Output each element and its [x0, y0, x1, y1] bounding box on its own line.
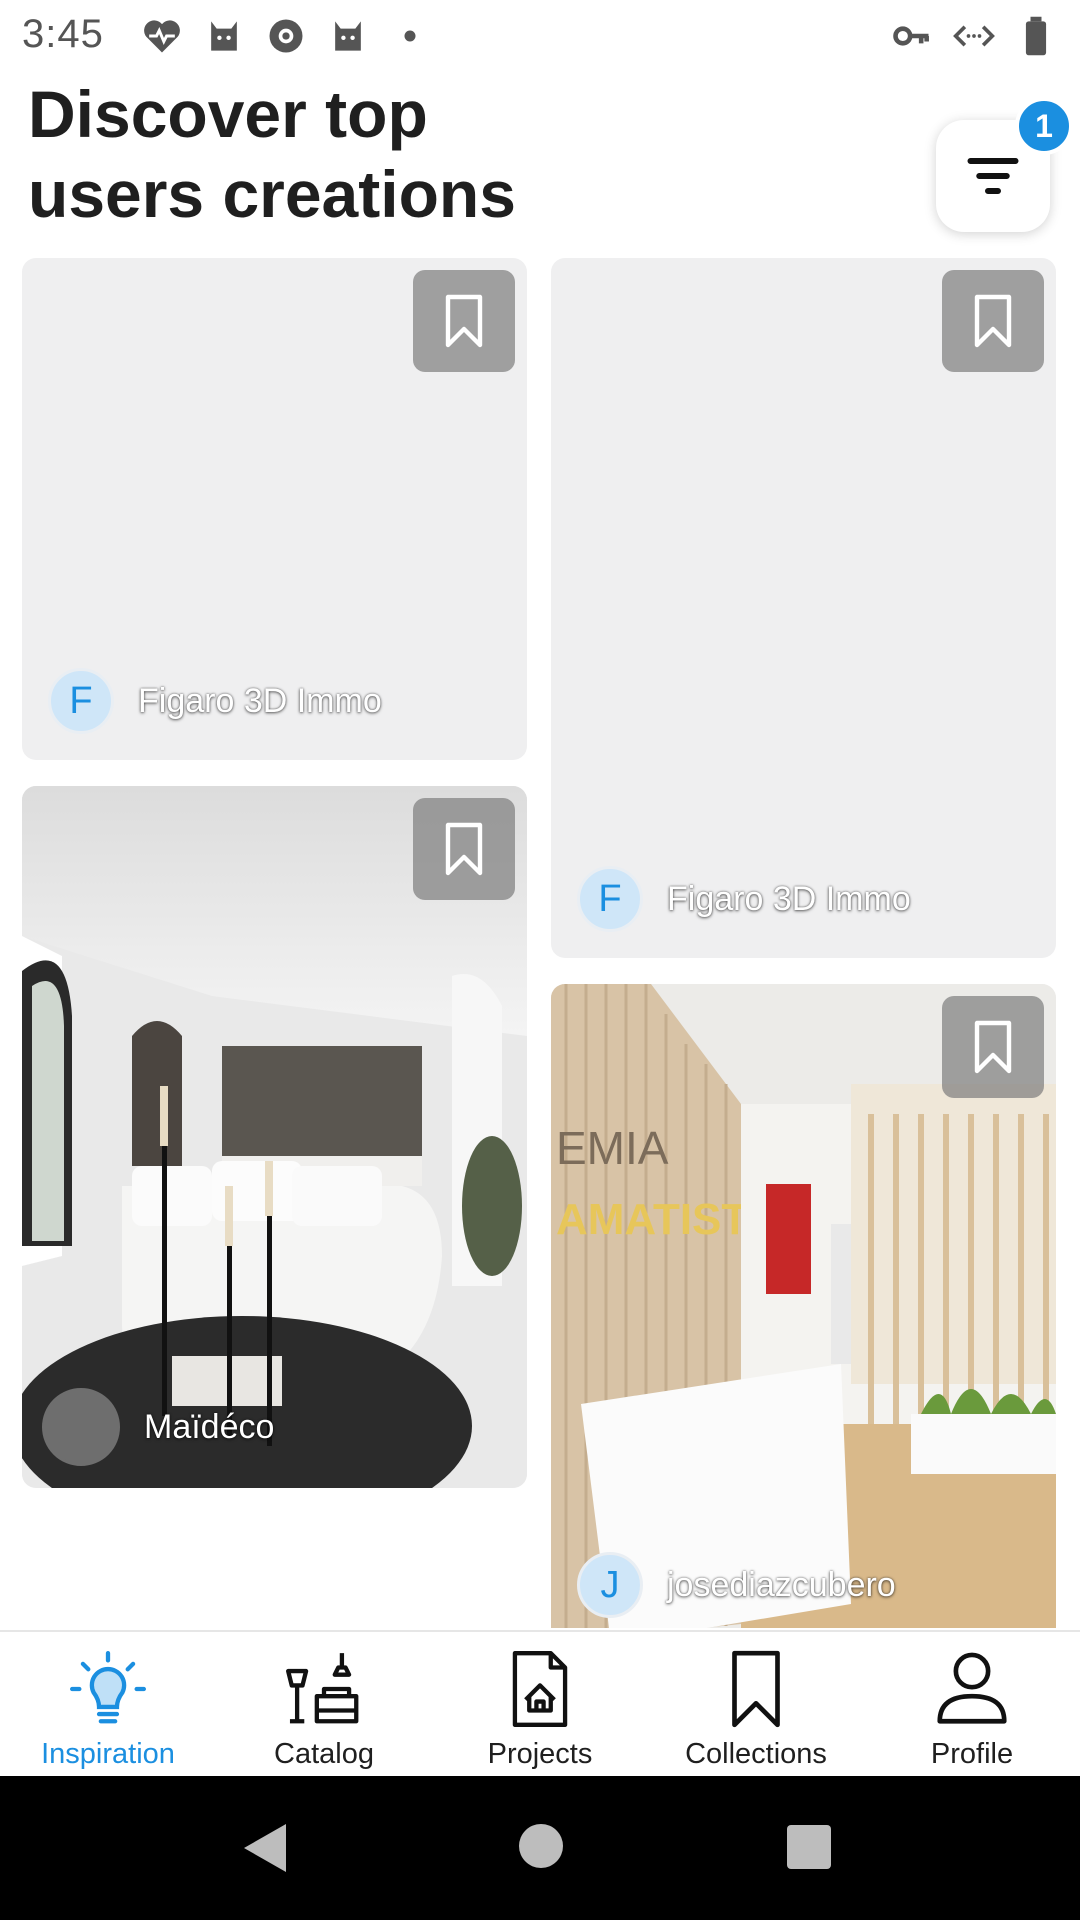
heart-pulse-icon: [144, 20, 180, 53]
dot-icon: [404, 30, 416, 42]
bookmark-button[interactable]: [413, 798, 515, 900]
lightbulb-icon: [70, 1651, 146, 1724]
author-name: Maïdéco: [144, 1407, 275, 1446]
nav-label: Projects: [487, 1738, 593, 1770]
creation-card[interactable]: F Figaro 3D Immo: [551, 258, 1056, 958]
bookmark-button[interactable]: [942, 996, 1044, 1098]
person-icon: [937, 1652, 1007, 1724]
back-icon[interactable]: [240, 1820, 290, 1876]
cat-icon: [211, 21, 237, 51]
avatar: F: [48, 668, 114, 734]
author-name: josediazcubero: [667, 1565, 896, 1604]
nav-catalog[interactable]: Catalog: [216, 1632, 432, 1778]
nav-collections[interactable]: Collections: [648, 1632, 864, 1778]
bookmark-button[interactable]: [942, 270, 1044, 372]
recents-icon[interactable]: [786, 1824, 832, 1870]
data-saver-icon: [953, 25, 995, 47]
avatar: [42, 1388, 120, 1466]
filter-count-badge: 1: [1015, 97, 1073, 155]
home-icon[interactable]: [517, 1822, 565, 1870]
battery-icon: [1025, 16, 1047, 56]
page-title: Discover top users creations: [28, 77, 516, 231]
status-notification-icons: [140, 14, 432, 58]
card-author[interactable]: J josediazcubero: [577, 1552, 896, 1618]
creation-card[interactable]: Maïdéco: [22, 786, 527, 1488]
svg-text:EMIA: EMIA: [556, 1122, 669, 1174]
furniture-icon: [286, 1653, 359, 1724]
bookmark-icon: [732, 1650, 780, 1728]
card-author[interactable]: Maïdéco: [42, 1388, 274, 1466]
avatar: F: [577, 866, 643, 932]
status-system-icons: [890, 14, 1058, 58]
bottom-navigation: Inspiration Catalog Projects Collections: [0, 1630, 1080, 1778]
system-navigation-bar: [0, 1776, 1080, 1920]
nav-label: Profile: [930, 1738, 1014, 1770]
nav-profile[interactable]: Profile: [864, 1632, 1080, 1778]
cat-icon: [335, 21, 361, 51]
nav-projects[interactable]: Projects: [432, 1632, 648, 1778]
nav-label: Inspiration: [41, 1738, 175, 1770]
nav-label: Collections: [685, 1738, 827, 1770]
filter-icon: [967, 158, 1019, 194]
creation-card[interactable]: EMIA AMATISTA J josediazcubero: [551, 984, 1056, 1628]
inspiration-feed[interactable]: F Figaro 3D Immo F Figaro 3D Immo Maïdéc…: [0, 256, 1080, 1628]
bookmark-button[interactable]: [413, 270, 515, 372]
creation-card[interactable]: F Figaro 3D Immo: [22, 258, 527, 760]
key-icon: [893, 26, 929, 46]
status-bar: 3:45: [0, 0, 1080, 72]
author-name: Figaro 3D Immo: [138, 681, 382, 720]
settings-blob-icon: [269, 19, 303, 53]
nav-inspiration[interactable]: Inspiration: [0, 1632, 216, 1778]
avatar: J: [577, 1552, 643, 1618]
bookmark-icon: [445, 822, 483, 876]
bookmark-icon: [974, 294, 1012, 348]
nav-label: Catalog: [274, 1738, 374, 1770]
house-document-icon: [512, 1651, 568, 1727]
bookmark-icon: [445, 294, 483, 348]
card-author[interactable]: F Figaro 3D Immo: [577, 866, 911, 932]
author-name: Figaro 3D Immo: [667, 879, 911, 918]
card-author[interactable]: F Figaro 3D Immo: [48, 668, 382, 734]
status-time: 3:45: [22, 12, 104, 56]
bookmark-icon: [974, 1020, 1012, 1074]
